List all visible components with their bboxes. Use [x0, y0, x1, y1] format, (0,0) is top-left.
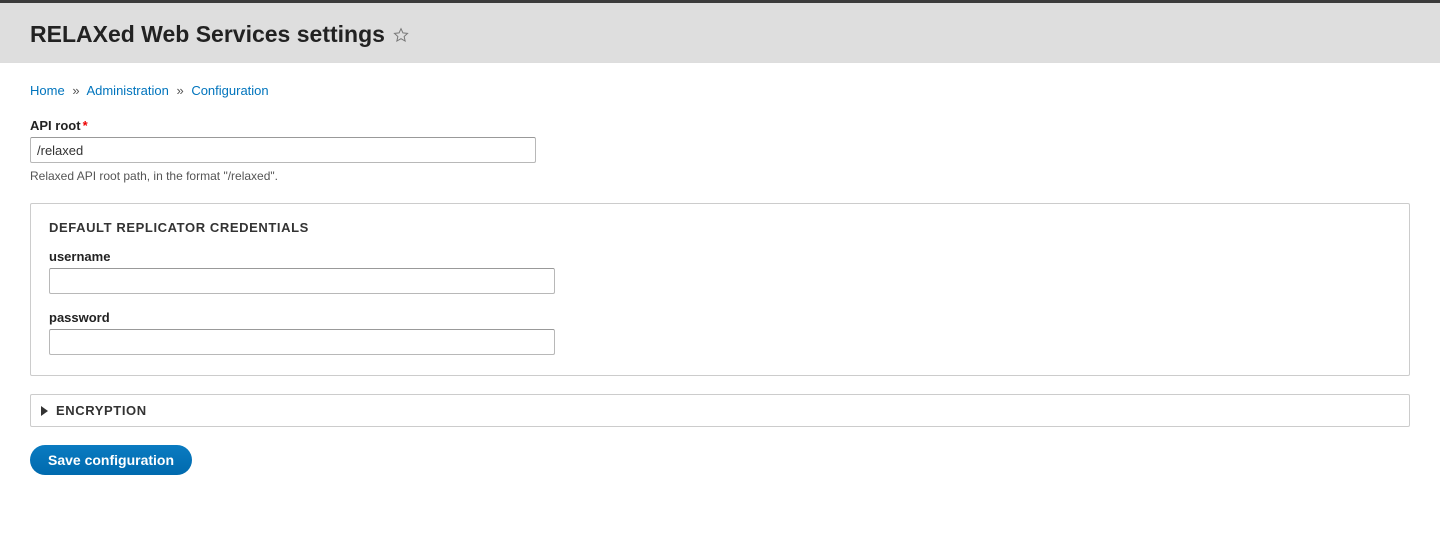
password-label: password [49, 310, 110, 325]
breadcrumb-home[interactable]: Home [30, 83, 65, 98]
api-root-field: API root* Relaxed API root path, in the … [30, 118, 1410, 183]
encryption-summary-label: ENCRYPTION [56, 403, 147, 418]
username-label: username [49, 249, 110, 264]
breadcrumb-configuration[interactable]: Configuration [191, 83, 268, 98]
breadcrumb-separator: » [176, 83, 183, 98]
breadcrumb-separator: » [72, 83, 79, 98]
credentials-legend: DEFAULT REPLICATOR CREDENTIALS [49, 220, 1391, 235]
star-outline-icon[interactable] [393, 27, 409, 43]
api-root-label: API root* [30, 118, 88, 133]
password-field: password [49, 310, 1391, 355]
save-button[interactable]: Save configuration [30, 445, 192, 475]
content-region: Home » Administration » Configuration AP… [0, 63, 1440, 515]
encryption-summary[interactable]: ENCRYPTION [30, 394, 1410, 427]
username-field: username [49, 249, 1391, 294]
api-root-description: Relaxed API root path, in the format "/r… [30, 169, 1410, 183]
caret-right-icon [41, 406, 48, 416]
api-root-label-text: API root [30, 118, 81, 133]
required-indicator: * [83, 118, 88, 133]
username-input[interactable] [49, 268, 555, 294]
page-title: RELAXed Web Services settings [30, 21, 385, 48]
api-root-input[interactable] [30, 137, 536, 163]
breadcrumb-administration[interactable]: Administration [86, 83, 168, 98]
page-header: RELAXed Web Services settings [0, 3, 1440, 63]
page-title-row: RELAXed Web Services settings [30, 21, 1410, 48]
password-input[interactable] [49, 329, 555, 355]
breadcrumb: Home » Administration » Configuration [30, 83, 1410, 98]
credentials-fieldset: DEFAULT REPLICATOR CREDENTIALS username … [30, 203, 1410, 376]
